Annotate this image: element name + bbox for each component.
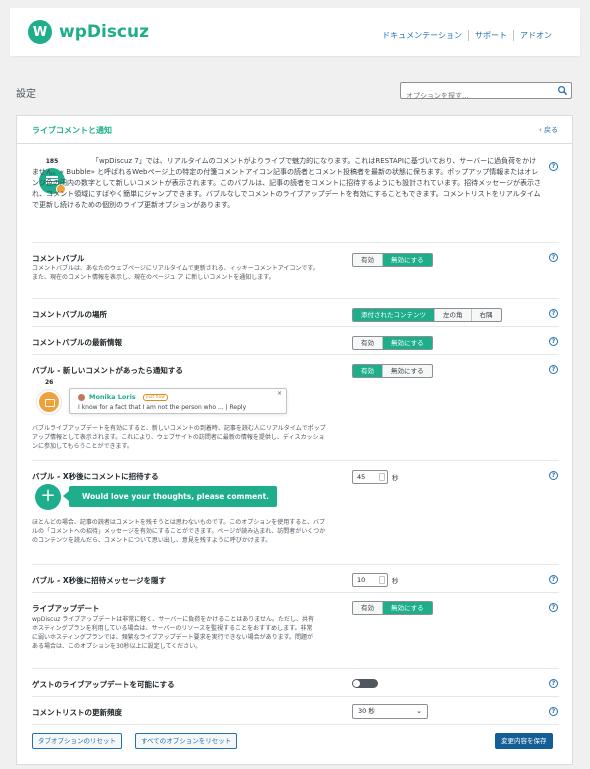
nav-addons[interactable]: アドオン <box>513 30 558 41</box>
help-icon[interactable]: ? <box>549 471 558 480</box>
option-comment-bubble: コメントバブル コメントバブルは、あなたのウェブページにリアルタイムで更新される… <box>32 242 559 298</box>
popup-time-badge: just now <box>143 394 168 401</box>
page-title: 設定 <box>16 89 36 100</box>
option-right-corner[interactable]: 右隅 <box>470 309 501 321</box>
option-enable[interactable]: 有効 <box>353 365 382 377</box>
top-bar: W wpDiscuz ドキュメンテーション サポート アドオン <box>10 8 580 56</box>
option-disable[interactable]: 無効にする <box>382 337 432 349</box>
help-icon[interactable]: ? <box>549 679 558 688</box>
help-icon[interactable]: ? <box>549 337 558 346</box>
avatar <box>78 394 85 401</box>
close-icon: × <box>276 390 282 397</box>
help-icon[interactable]: ? <box>549 309 558 318</box>
guest-live-update-switch[interactable] <box>352 679 378 688</box>
option-left-corner[interactable]: 左の角 <box>434 309 471 321</box>
option-live-update: ライブアップデート wpDiscuz ライブアップデートは非常に軽く、サーバーに… <box>32 592 559 668</box>
save-button[interactable]: 変更内容を保存 <box>495 733 553 749</box>
nav-support[interactable]: サポート <box>468 30 513 41</box>
option-label: ライブアップデート <box>32 604 100 613</box>
popup-author: Monika Loris <box>89 393 136 401</box>
chevron-down-icon: ⌄ <box>416 707 422 715</box>
option-label: ゲストのライブアップデートを可能にする <box>32 680 175 689</box>
refresh-interval-select[interactable]: 30 秒 ⌄ <box>352 704 428 719</box>
stepper-icon[interactable] <box>379 576 385 584</box>
option-description: バブルライブアップデートを有効にすると、新しいコメントの到着時、記事を読む人にリ… <box>32 425 326 450</box>
invite-message-preview: Would love your thoughts, please comment… <box>63 486 277 507</box>
settings-panel: ライブコメントと通知 ‹ 戻る 185 「wpDiscuz 7」では、リアルタイ… <box>16 115 573 765</box>
top-nav: ドキュメンテーション サポート アドオン <box>376 30 558 41</box>
option-invite-to-comment: バブル - X秒後にコメントに招待する ほとんどの場合、記事の読者はコメントを残… <box>32 460 559 564</box>
help-icon[interactable]: ? <box>549 707 558 716</box>
option-label: コメントバブル <box>32 254 85 263</box>
option-description: wpDiscuz ライブアップデートは非常に軽く、サーバーに負荷をかけることはあ… <box>32 616 315 650</box>
option-refresh-interval: コメントリストの更新頻度 30 秒 ⌄ ? <box>32 696 559 724</box>
panel-header: ライブコメントと通知 ‹ 戻る <box>17 116 572 144</box>
help-icon[interactable]: ? <box>549 365 558 374</box>
search-input[interactable] <box>401 88 551 104</box>
seconds-unit: 秒 <box>392 474 399 482</box>
search-icon[interactable] <box>557 85 568 96</box>
intro-description: 「wpDiscuz 7」では、リアルタイムのコメントがよりライブで魅力的になりま… <box>32 157 542 209</box>
seconds-unit: 秒 <box>392 577 399 585</box>
hide-invite-seconds-input[interactable]: 10 <box>352 573 388 587</box>
option-enable[interactable]: 有効 <box>353 337 382 349</box>
stepper-icon[interactable] <box>379 473 385 481</box>
option-label: コメントバブルの最新情報 <box>32 338 122 347</box>
panel-title: ライブコメントと通知 <box>32 126 112 135</box>
option-guest-live-update: ゲストのライブアップデートを可能にする ? <box>32 668 559 696</box>
option-label: コメントリストの更新頻度 <box>32 708 122 717</box>
live-update-toggle: 有効 無効にする <box>352 601 433 615</box>
plus-icon: + <box>35 484 61 510</box>
reset-all-button[interactable]: すべてのオプションをリセット <box>135 733 238 749</box>
popup-message: I know for a fact that I am not the pers… <box>78 404 247 411</box>
reset-tab-button[interactable]: タブオプションのリセット <box>32 733 122 749</box>
comment-bubble-toggle: 有効 無効にする <box>352 253 433 267</box>
option-label: バブル - 新しいコメントがあったら通知する <box>32 366 183 375</box>
option-label: バブル - X秒後に招待メッセージを隠す <box>32 576 166 585</box>
help-icon[interactable]: ? <box>549 162 558 171</box>
option-description: コメントバブルは、あなたのウェブページにリアルタイムで更新される、ィッキーコメン… <box>32 265 319 281</box>
option-enable[interactable]: 有効 <box>353 602 382 614</box>
logo-icon: W <box>28 20 52 44</box>
option-description: ほとんどの場合、記事の読者はコメントを残そうとは思わないものです。このオプション… <box>32 519 326 544</box>
option-bubble-live-info: コメントバブルの最新情報 有効 無効にする ? <box>32 326 559 354</box>
new-comment-popup-preview: Monika Loris just now I know for a fact … <box>69 388 287 414</box>
option-label: コメントバブルの場所 <box>32 310 107 319</box>
bubble-location-selector: 添付されたコンテンツ 左の角 右隅 <box>352 308 502 322</box>
option-disable[interactable]: 無効にする <box>382 602 432 614</box>
notify-new-toggle: 有効 無効にする <box>352 364 433 378</box>
brand-name: wpDiscuz <box>59 22 150 42</box>
option-disable[interactable]: 無効にする <box>382 254 432 266</box>
preview-bubble-count: 26 <box>45 379 54 386</box>
nav-documentation[interactable]: ドキュメンテーション <box>376 30 468 41</box>
option-hide-invite: バブル - X秒後に招待メッセージを隠す 10 秒 ? <box>32 564 559 592</box>
option-attached-content[interactable]: 添付されたコンテンツ <box>353 309 434 321</box>
panel-footer: タブオプションのリセット すべてのオプションをリセット 変更内容を保存 <box>32 724 559 764</box>
help-icon[interactable]: ? <box>549 575 558 584</box>
option-enable[interactable]: 有効 <box>353 254 382 266</box>
option-search <box>400 82 572 104</box>
comment-bubble-icon <box>37 390 61 414</box>
help-icon[interactable]: ? <box>549 603 558 612</box>
bubble-live-info-toggle: 有効 無効にする <box>352 336 433 350</box>
option-bubble-location: コメントバブルの場所 添付されたコンテンツ 左の角 右隅 ? <box>32 298 559 326</box>
invite-seconds-input[interactable]: 45 <box>352 470 388 484</box>
wpdiscuz-logo[interactable]: W wpDiscuz <box>28 20 149 44</box>
option-label: バブル - X秒後にコメントに招待する <box>32 472 159 481</box>
back-link[interactable]: ‹ 戻る <box>539 125 558 135</box>
option-disable[interactable]: 無効にする <box>382 365 432 377</box>
help-icon[interactable]: ? <box>549 253 558 262</box>
